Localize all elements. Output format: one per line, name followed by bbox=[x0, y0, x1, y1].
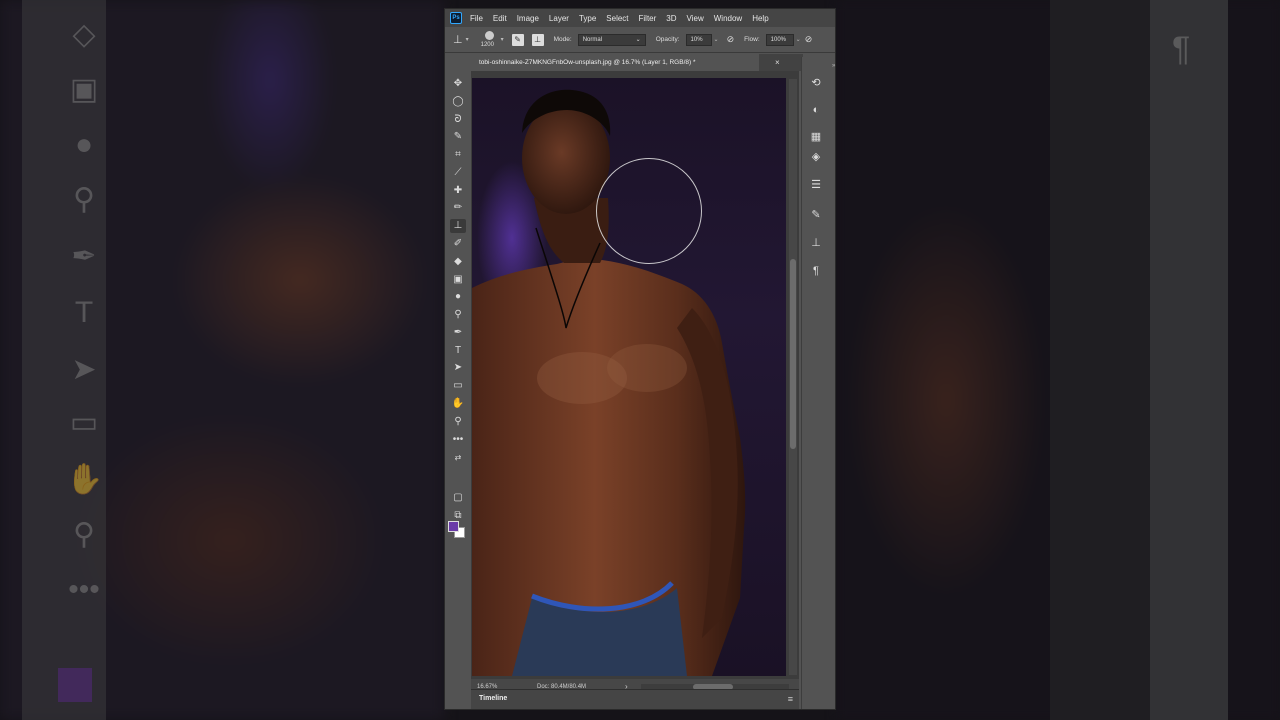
timeline-menu-icon[interactable]: ≡ bbox=[788, 694, 793, 704]
eraser-icon[interactable]: ◆ bbox=[450, 255, 466, 269]
lasso-icon[interactable]: ᘐ bbox=[450, 113, 466, 127]
brush-settings-toggle-icon[interactable]: ✎ bbox=[511, 33, 524, 46]
path-select-icon[interactable]: ➤ bbox=[450, 361, 466, 375]
clone-stamp-icon[interactable]: ⊥ bbox=[453, 33, 463, 46]
brush-tip-icon bbox=[484, 30, 494, 40]
history-panel-icon[interactable]: ⟲ bbox=[808, 75, 824, 91]
channels-panel-icon[interactable]: ▦ bbox=[808, 129, 824, 145]
menu-window[interactable]: Window bbox=[714, 14, 742, 23]
flow-chevron-icon[interactable]: ⌄ bbox=[796, 36, 801, 43]
marquee-icon[interactable]: ◯ bbox=[450, 95, 466, 109]
menu-image[interactable]: Image bbox=[517, 14, 539, 23]
menu-layer[interactable]: Layer bbox=[549, 14, 569, 23]
mode-label: Mode: bbox=[553, 36, 572, 43]
menu-view[interactable]: View bbox=[687, 14, 704, 23]
pressure-opacity-icon[interactable]: ⊘ bbox=[727, 34, 735, 45]
paragraph-panel-icon[interactable]: ¶ bbox=[808, 263, 824, 279]
tools-panel: ✥ ◯ ᘐ ✎ ⌗ ⟋ ✚ ✏ ⊥ ✐ ◆ ▣ ● ⚲ ✒ T ➤ ▭ ✋ ⚲ … bbox=[445, 71, 472, 641]
flow-field[interactable]: 100% bbox=[765, 33, 794, 46]
bg-select-icon: ➤ bbox=[71, 353, 97, 386]
brush-cursor bbox=[596, 158, 702, 264]
brush-chevron-icon[interactable]: ▾ bbox=[501, 36, 504, 43]
airbrush-icon[interactable]: ⊘ bbox=[805, 34, 813, 45]
panel-dock: ⟲ ◐ ▦ ◈ ☰ ✎ ⊥ ¶ bbox=[801, 57, 830, 709]
bg-gradient-icon: ▣ bbox=[69, 73, 99, 106]
bg-dodge-icon: ⚲ bbox=[73, 183, 95, 216]
mode-chevron-icon: ⌄ bbox=[635, 36, 641, 43]
move-icon[interactable]: ✥ bbox=[450, 77, 466, 91]
menu-file[interactable]: File bbox=[470, 14, 483, 23]
zoom-icon[interactable]: ⚲ bbox=[450, 415, 466, 429]
foreground-color-swatch[interactable] bbox=[448, 521, 459, 532]
flow-value: 100% bbox=[770, 36, 787, 43]
opacity-chevron-icon[interactable]: ⌄ bbox=[714, 36, 719, 43]
type-icon[interactable]: T bbox=[450, 344, 466, 358]
swap-colors-icon[interactable]: ⇄ bbox=[450, 451, 466, 465]
photoshop-logo: Ps bbox=[450, 12, 462, 24]
healing-icon[interactable]: ✚ bbox=[450, 184, 466, 198]
document-canvas[interactable] bbox=[472, 78, 786, 676]
timeline-tab[interactable]: Timeline bbox=[479, 695, 507, 702]
menu-help[interactable]: Help bbox=[752, 14, 768, 23]
crop-icon[interactable]: ⌗ bbox=[450, 148, 466, 162]
clone-source-panel-icon[interactable]: ⊥ bbox=[808, 235, 824, 251]
clone-source-toggle-icon[interactable]: ⊥ bbox=[531, 33, 544, 46]
canvas-area: 16.67% Doc: 80.4M/80.4M › bbox=[471, 71, 799, 695]
bg-zoom-icon: ⚲ bbox=[73, 518, 95, 551]
quick-mask-icon[interactable]: ▢ bbox=[450, 491, 466, 505]
bg-swatch bbox=[58, 668, 92, 702]
adjustments-panel-icon[interactable]: ◐ bbox=[808, 102, 824, 118]
photoshop-window: Ps File Edit Image Layer Type Select Fil… bbox=[444, 8, 836, 710]
document-tab-bar: tobi-oshinnaike-Z7MKNGFnbOw-unsplash.jpg… bbox=[473, 54, 803, 71]
close-icon[interactable]: × bbox=[775, 54, 780, 71]
chest-highlight-right bbox=[607, 344, 687, 392]
document-tab[interactable]: tobi-oshinnaike-Z7MKNGFnbOw-unsplash.jpg… bbox=[473, 54, 759, 71]
eyedropper-icon[interactable]: ⟋ bbox=[450, 166, 466, 180]
pen-icon[interactable]: ✒ bbox=[450, 326, 466, 340]
gradient-icon[interactable]: ▣ bbox=[450, 273, 466, 287]
collapse-panels-icon[interactable]: » bbox=[832, 63, 835, 69]
dodge-icon[interactable]: ⚲ bbox=[450, 308, 466, 322]
timeline-panel: Timeline ≡ bbox=[471, 689, 799, 709]
bg-more-icon: ••• bbox=[68, 573, 100, 606]
bg-hand-icon: ✋ bbox=[66, 463, 104, 496]
tool-preset-chevron-icon[interactable]: ▾ bbox=[466, 36, 469, 43]
bg-blur-icon: ● bbox=[74, 128, 94, 161]
bg-type-icon: T bbox=[74, 296, 94, 329]
opacity-label: Opacity: bbox=[655, 36, 680, 43]
menu-3d[interactable]: 3D bbox=[666, 14, 676, 23]
background-strip-blur: ¶ bbox=[1150, 0, 1228, 720]
mode-select[interactable]: Normal ⌄ bbox=[577, 33, 646, 46]
rectangle-icon[interactable]: ▭ bbox=[450, 379, 466, 393]
history-brush-icon[interactable]: ✐ bbox=[450, 237, 466, 251]
quick-select-icon[interactable]: ✎ bbox=[450, 130, 466, 144]
clone-stamp-icon[interactable]: ⊥ bbox=[450, 219, 466, 233]
menu-edit[interactable]: Edit bbox=[493, 14, 507, 23]
layers-panel-icon[interactable]: ◈ bbox=[808, 149, 824, 165]
bg-pen-icon: ✒ bbox=[71, 240, 97, 273]
options-bar: ⊥ ▾ 1200 ▾ ✎ ⊥ Mode: Normal ⌄ Opacity: 1… bbox=[445, 27, 835, 53]
menu-type[interactable]: Type bbox=[579, 14, 596, 23]
menu-bar: Ps File Edit Image Layer Type Select Fil… bbox=[445, 9, 835, 27]
bg-paragraph-icon: ¶ bbox=[1172, 30, 1191, 68]
bg-rectangle-icon: ▭ bbox=[69, 406, 99, 439]
vertical-scroll-thumb[interactable] bbox=[790, 259, 796, 449]
hand-icon[interactable]: ✋ bbox=[450, 397, 466, 411]
properties-panel-icon[interactable]: ☰ bbox=[808, 177, 824, 193]
menu-select[interactable]: Select bbox=[606, 14, 628, 23]
background-toolbar-blur: ◇ ▣ ● ⚲ ✒ T ➤ ▭ ✋ ⚲ ••• bbox=[22, 0, 106, 720]
brush-icon[interactable]: ✏ bbox=[450, 201, 466, 215]
opacity-field[interactable]: 10% bbox=[685, 33, 712, 46]
flow-label: Flow: bbox=[744, 36, 760, 43]
opacity-value: 10% bbox=[690, 36, 703, 43]
bg-eraser-icon: ◇ bbox=[72, 18, 96, 51]
more-tools-icon[interactable]: ••• bbox=[450, 433, 466, 447]
brush-settings-panel-icon[interactable]: ✎ bbox=[808, 207, 824, 223]
vertical-scrollbar[interactable] bbox=[789, 79, 797, 675]
blur-icon[interactable]: ● bbox=[450, 290, 466, 304]
brush-size-value: 1200 bbox=[480, 41, 494, 48]
menu-filter[interactable]: Filter bbox=[639, 14, 657, 23]
mode-value: Normal bbox=[582, 36, 603, 43]
brush-preset-picker[interactable]: 1200 bbox=[479, 29, 501, 51]
